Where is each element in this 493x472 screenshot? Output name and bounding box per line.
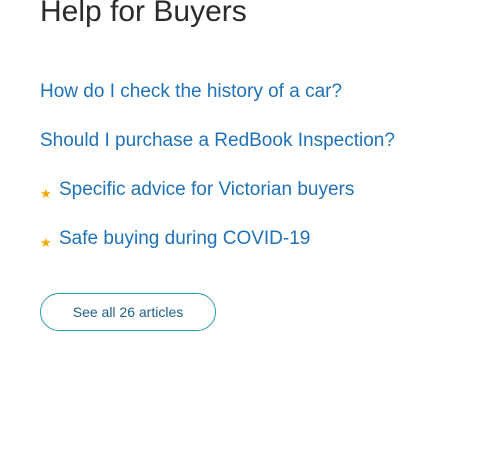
star-icon: ★	[40, 186, 52, 201]
article-link-covid-safe-buying[interactable]: Safe buying during COVID-19	[59, 226, 310, 252]
star-icon: ★	[40, 235, 52, 250]
see-all-articles-button[interactable]: See all 26 articles	[40, 293, 216, 331]
article-list: How do I check the history of a car? Sho…	[40, 79, 395, 275]
list-item: Should I purchase a RedBook Inspection?	[40, 128, 395, 177]
section-title: Help for Buyers	[40, 0, 247, 28]
list-item: ★ Specific advice for Victorian buyers	[40, 177, 395, 226]
article-link-victorian-buyers[interactable]: Specific advice for Victorian buyers	[59, 177, 354, 203]
list-item: How do I check the history of a car?	[40, 79, 395, 128]
list-item: ★ Safe buying during COVID-19	[40, 226, 395, 275]
article-link-redbook-inspection[interactable]: Should I purchase a RedBook Inspection?	[40, 128, 395, 154]
article-link-check-history[interactable]: How do I check the history of a car?	[40, 79, 342, 105]
